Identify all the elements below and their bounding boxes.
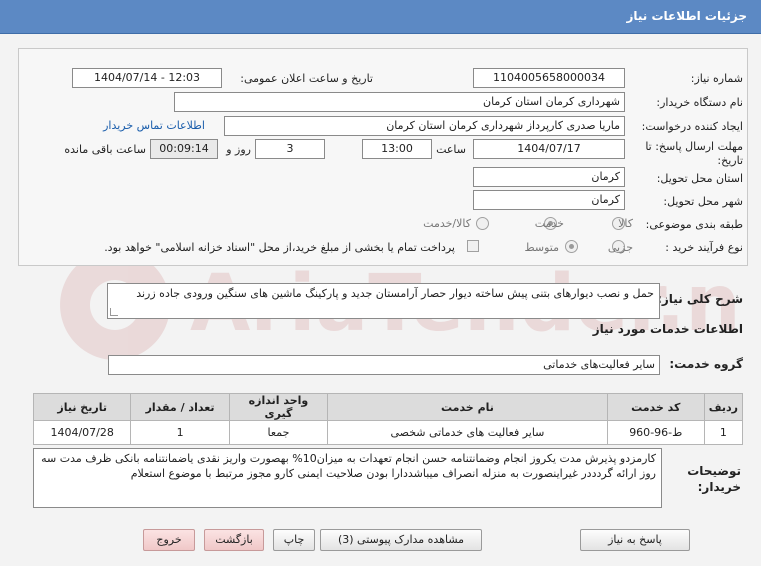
category-option-goods: کالا (618, 217, 633, 230)
service-group-label: گروه خدمت: (669, 357, 743, 371)
buyer-notes-text: کارمزدو پذیرش مدت یکروز انجام وضمانتنامه… (41, 452, 656, 480)
cell-service-name: سایر فعالیت های خدماتی شخصی (327, 420, 608, 445)
cell-service-code: ط-96-960 (606, 420, 705, 445)
services-table-header: ردیف کد خدمت نام خدمت واحد اندازه گیری ت… (32, 393, 744, 421)
col-service-name: نام خدمت (327, 393, 608, 421)
cell-need-date: 1404/07/28 (32, 420, 132, 445)
deadline-label: مهلت ارسال پاسخ: تا (645, 140, 743, 153)
col-quantity: تعداد / مقدار (130, 393, 230, 421)
description-label: شرح کلی نیاز: (657, 292, 743, 306)
cell-unit: جمعا (228, 420, 329, 445)
province-field[interactable]: کرمان (473, 167, 625, 187)
treasury-payment-checkbox[interactable] (467, 240, 479, 252)
treasury-payment-note: پرداخت تمام یا بخشی از مبلغ خرید،از محل … (104, 241, 455, 254)
cell-quantity: 1 (130, 420, 230, 445)
print-button[interactable]: چاپ (273, 529, 315, 551)
category-label: طبقه بندی موضوعی: (645, 218, 743, 231)
need-number-label: شماره نیاز: (690, 72, 743, 85)
deadline-date-label: تاریخ: (717, 154, 743, 167)
buyer-org-field[interactable]: شهرداری کرمان استان کرمان (174, 92, 625, 112)
service-group-field[interactable]: سایر فعالیت‌های خدماتی (108, 355, 660, 375)
col-unit: واحد اندازه گیری (228, 393, 329, 421)
creator-label: ایجاد کننده درخواست: (641, 120, 743, 133)
category-option-service: خدمت (534, 217, 564, 230)
resize-grip-icon[interactable] (110, 308, 118, 316)
services-section-title: اطلاعات خدمات مورد نیاز (592, 322, 743, 336)
process-option-medium: متوسط (524, 241, 559, 254)
need-number-field[interactable]: 1104005658000034 (473, 68, 625, 88)
category-option-goods-service: کالا/خدمت (423, 217, 471, 230)
days-field[interactable]: 3 (255, 139, 325, 159)
creator-field[interactable]: ماریا صدری کارپرداز شهرداری کرمان استان … (224, 116, 625, 136)
city-field[interactable]: کرمان (473, 190, 625, 210)
col-need-date: تاریخ نیاز (32, 393, 132, 421)
reply-button[interactable]: پاسخ به نیاز (580, 529, 690, 551)
col-row-number: ردیف (703, 393, 744, 421)
process-label: نوع فرآیند خرید : (665, 241, 743, 254)
remaining-time-label: ساعت باقی مانده (64, 143, 146, 156)
exit-button[interactable]: خروج (143, 529, 195, 551)
buyer-notes-label-2: خریدار: (697, 480, 741, 494)
description-text: حمل و نصب دیوارهای بتنی پیش ساخته دیوار … (136, 287, 654, 300)
province-label: استان محل تحویل: (656, 172, 743, 185)
buyer-notes-textarea[interactable]: کارمزدو پذیرش مدت یکروز انجام وضمانتنامه… (33, 448, 662, 508)
buyer-notes-label-1: توضیحات (687, 464, 741, 478)
process-radio-medium[interactable] (565, 240, 578, 253)
back-button[interactable]: بازگشت (204, 529, 264, 551)
days-label: روز و (226, 143, 251, 156)
description-textarea[interactable]: حمل و نصب دیوارهای بتنی پیش ساخته دیوار … (107, 283, 660, 319)
buyer-contact-link[interactable]: اطلاعات تماس خریدار (103, 119, 205, 132)
view-attachments-button[interactable]: مشاهده مدارک پیوستی (3) (320, 529, 482, 551)
deadline-time-label: ساعت (436, 143, 466, 156)
buyer-org-label: نام دستگاه خریدار: (656, 96, 743, 109)
category-radio-goods-service[interactable] (476, 217, 489, 230)
table-row[interactable]: 1 ط-96-960 سایر فعالیت های خدماتی شخصی ج… (32, 420, 744, 445)
page-title: جزئیات اطلاعات نیاز (626, 9, 747, 23)
deadline-date-field[interactable]: 1404/07/17 (473, 139, 625, 159)
city-label: شهر محل تحویل: (663, 195, 743, 208)
col-service-code: کد خدمت (606, 393, 705, 421)
announce-datetime-field[interactable]: 1404/07/14 - 12:03 (72, 68, 222, 88)
cell-row-number: 1 (703, 420, 744, 445)
deadline-time-field[interactable]: 13:00 (362, 139, 432, 159)
services-table: ردیف کد خدمت نام خدمت واحد اندازه گیری ت… (32, 393, 744, 445)
remaining-time-field: 00:09:14 (150, 139, 218, 159)
announce-datetime-label: تاریخ و ساعت اعلان عمومی: (240, 72, 373, 85)
process-option-minor: جزیی (607, 241, 633, 254)
